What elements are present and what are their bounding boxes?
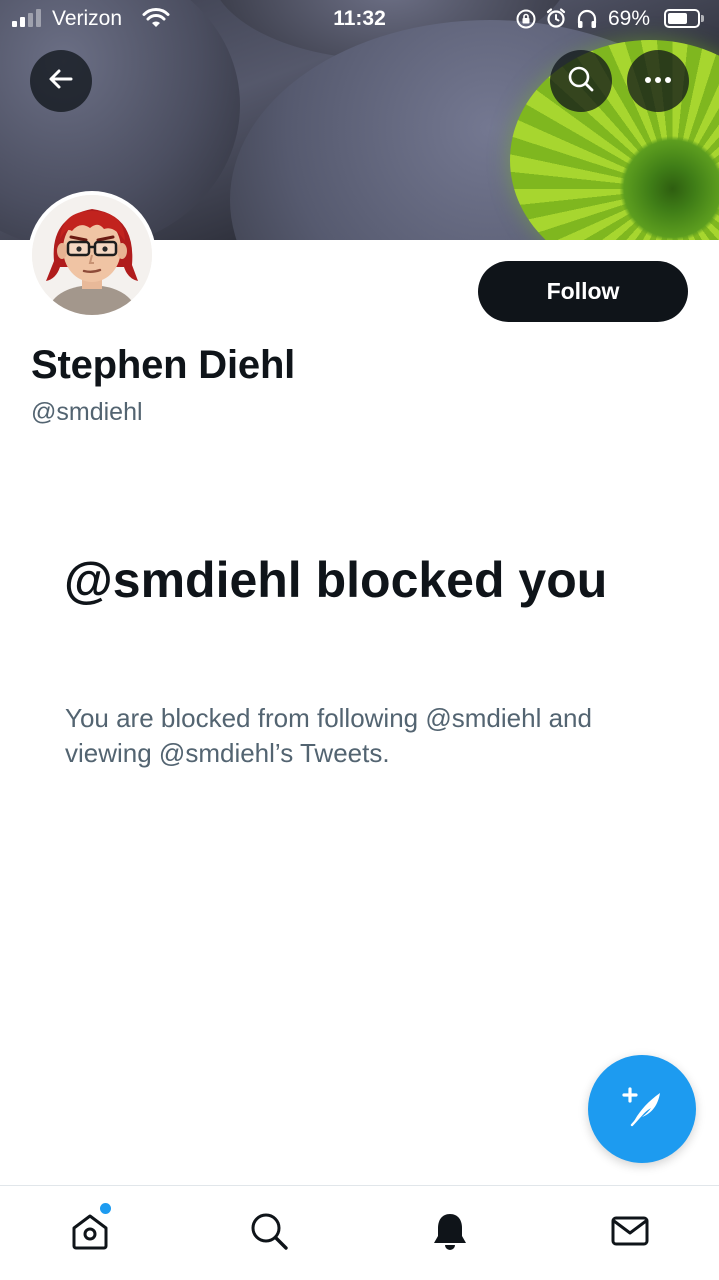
- tab-messages[interactable]: [608, 1211, 652, 1255]
- search-profile-button[interactable]: [550, 50, 612, 112]
- home-icon: [69, 1210, 111, 1257]
- more-options-button[interactable]: [627, 50, 689, 112]
- tab-notifications[interactable]: [428, 1211, 472, 1255]
- profile-screen: Verizon 11:32 69% Follow Stephen Diehl @…: [0, 0, 719, 1280]
- more-horizontal-icon: [643, 72, 673, 90]
- blocked-title: @smdiehl blocked you: [64, 552, 608, 608]
- bottom-tab-bar: [0, 1185, 719, 1280]
- tab-home[interactable]: [68, 1211, 112, 1255]
- alarm-icon: [545, 7, 567, 35]
- avatar-image: [32, 195, 152, 315]
- tab-search[interactable]: [247, 1211, 291, 1255]
- headphones-icon: [576, 8, 598, 36]
- battery-percent: 69%: [608, 7, 651, 30]
- mail-icon: [609, 1210, 651, 1257]
- arrow-left-icon: [47, 65, 75, 98]
- avatar[interactable]: [28, 191, 156, 319]
- compose-tweet-button[interactable]: [588, 1055, 696, 1163]
- status-bar: Verizon 11:32 69%: [0, 0, 719, 40]
- battery-icon: [664, 9, 704, 28]
- home-notification-dot: [100, 1203, 111, 1214]
- search-icon: [248, 1210, 290, 1257]
- blocked-description: You are blocked from following @smdiehl …: [65, 703, 592, 768]
- search-icon: [566, 64, 596, 99]
- back-button[interactable]: [30, 50, 92, 112]
- bell-icon: [429, 1210, 471, 1257]
- follow-button[interactable]: Follow: [478, 261, 688, 322]
- compose-tweet-icon: [616, 1081, 668, 1138]
- profile-display-name: Stephen Diehl: [31, 343, 296, 387]
- profile-handle: @smdiehl: [31, 398, 143, 426]
- rotation-lock-icon: [515, 8, 537, 36]
